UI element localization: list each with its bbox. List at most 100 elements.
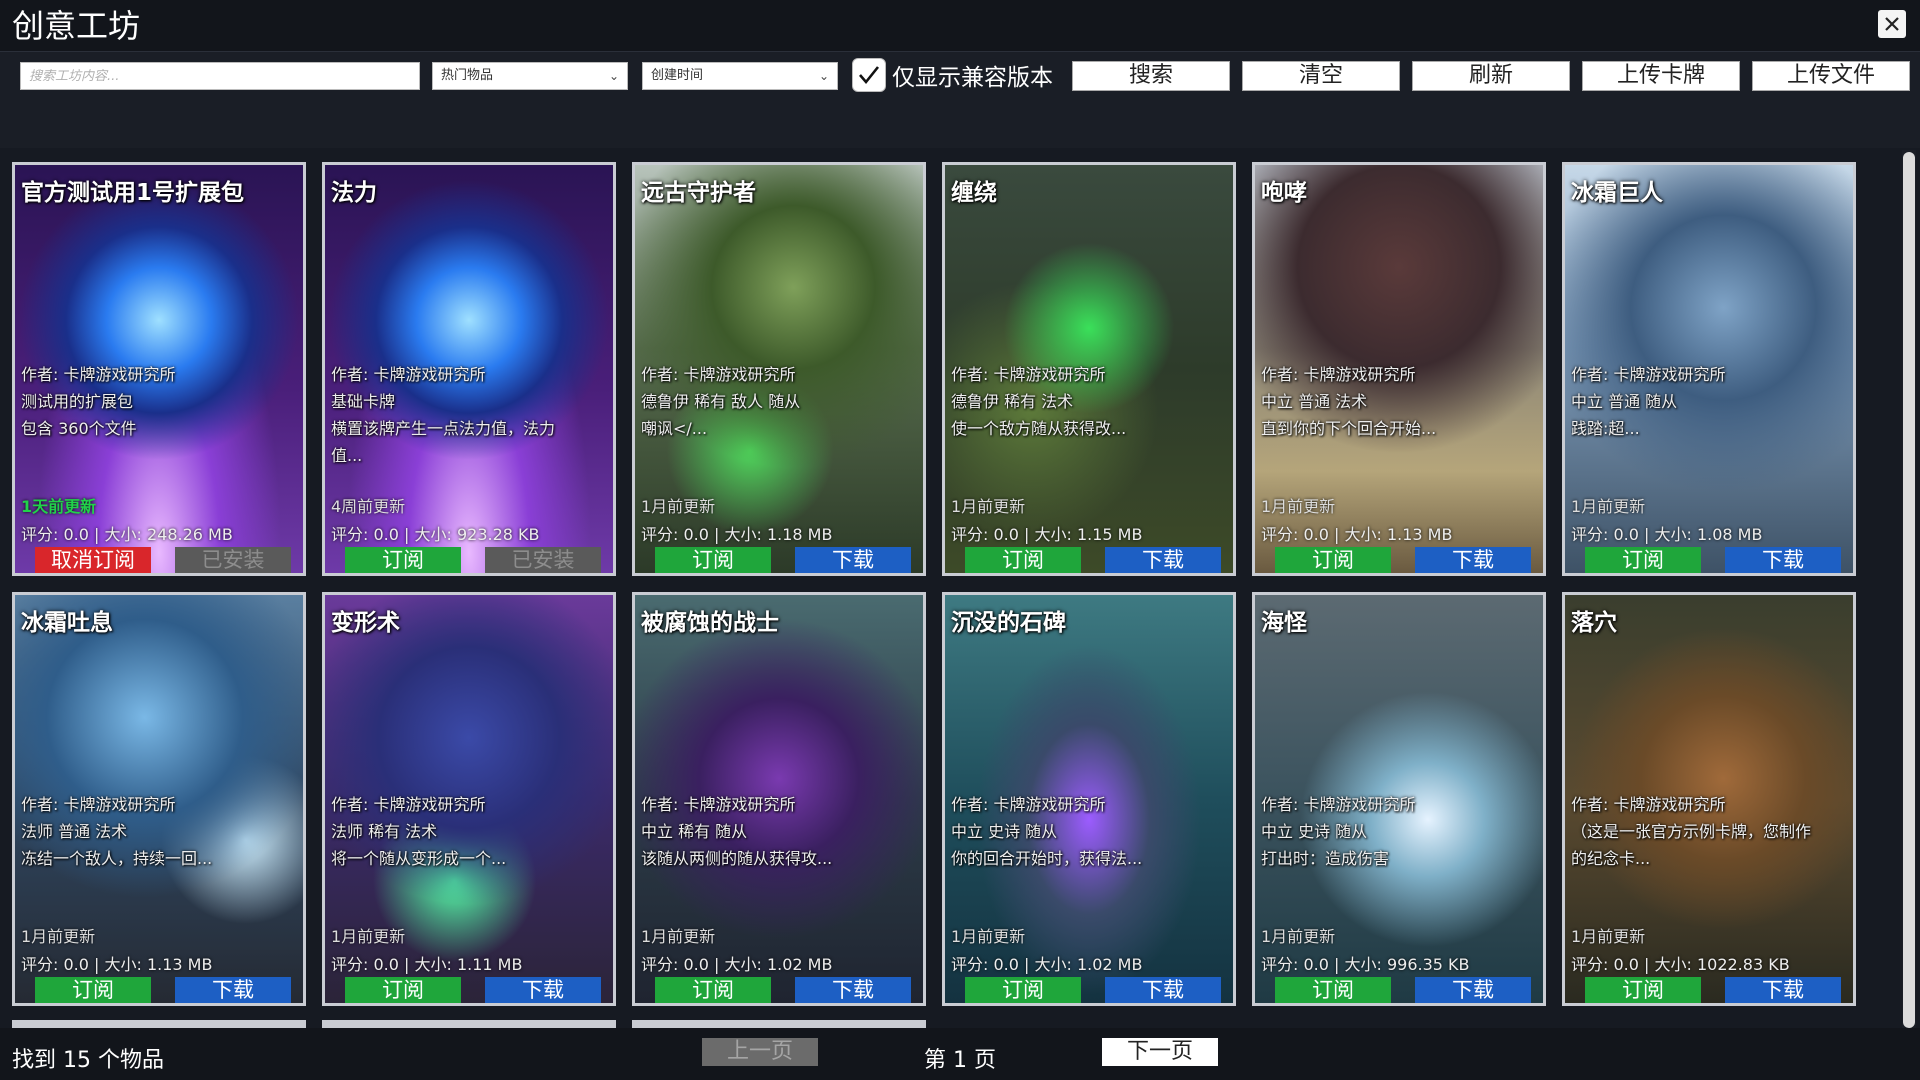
subscribe-button[interactable]: 订阅 bbox=[345, 547, 461, 573]
subscribe-button[interactable]: 订阅 bbox=[1275, 977, 1391, 1003]
card-description: 作者: 卡牌游戏研究所 中立 史诗 随从 打出时：造成伤害 bbox=[1261, 791, 1539, 872]
card-desc-line: 将一个随从变形成一个... bbox=[331, 849, 507, 868]
card-updated: 1月前更新 bbox=[951, 497, 1026, 516]
download-button[interactable]: 下载 bbox=[485, 977, 601, 1003]
card-desc-line: 测试用的扩展包 bbox=[21, 392, 134, 411]
card-desc-line: 使一个敌方随从获得改... bbox=[951, 419, 1127, 438]
card-title: 冰霜巨人 bbox=[1571, 180, 1663, 206]
search-input[interactable] bbox=[20, 62, 420, 90]
compat-toggle[interactable]: 仅显示兼容版本 bbox=[852, 57, 1053, 93]
workshop-card[interactable]: 远古守护者作者: 卡牌游戏研究所 德鲁伊 稀有 敌人 随从 嘲讽</... 1月前更新… bbox=[632, 162, 926, 576]
next-page-button[interactable]: 下一页 bbox=[1102, 1038, 1218, 1066]
close-icon bbox=[1885, 17, 1899, 31]
card-updated: 1月前更新 bbox=[1571, 497, 1646, 516]
card-description: 作者: 卡牌游戏研究所 中立 稀有 随从 该随从两侧的随从获得攻... bbox=[641, 791, 919, 872]
card-author: 作者: 卡牌游戏研究所 bbox=[951, 365, 1106, 384]
download-button[interactable]: 下载 bbox=[1105, 977, 1221, 1003]
workshop-card[interactable]: 被腐蚀的战士 作者: 卡牌游戏研究所 中立 稀有 随从 该随从两侧的随从获得攻... 1… bbox=[632, 592, 926, 1006]
checkmark-icon bbox=[859, 66, 880, 85]
subscribe-button[interactable]: 订阅 bbox=[345, 977, 461, 1003]
download-button[interactable]: 下载 bbox=[795, 977, 911, 1003]
card-desc-line: 德鲁伊 稀有 法术 bbox=[951, 392, 1074, 411]
card-description: 作者: 卡牌游戏研究所 中立 史诗 随从 你的回合开始时，获得法... bbox=[951, 791, 1229, 872]
card-desc-line: 法师 稀有 法术 bbox=[331, 822, 438, 841]
card-updated: 1月前更新 bbox=[641, 497, 716, 516]
scrollbar[interactable] bbox=[1902, 150, 1916, 1030]
card-description: 作者: 卡牌游戏研究所 德鲁伊 稀有 敌人 随从 嘲讽</... bbox=[641, 361, 919, 442]
search-button[interactable]: 搜索 bbox=[1072, 61, 1230, 91]
partial-card bbox=[322, 1020, 616, 1028]
prev-page-button[interactable]: 上一页 bbox=[702, 1038, 818, 1066]
workshop-card[interactable]: 官方测试用1号扩展包 作者: 卡牌游戏研究所 测试用的扩展包 包含 360个文件 1天前… bbox=[12, 162, 306, 576]
workshop-card[interactable]: 海怪作者: 卡牌游戏研究所 中立 史诗 随从 打出时：造成伤害 1月前更新评分: 0.… bbox=[1252, 592, 1546, 1006]
card-desc-line: 嘲讽</... bbox=[641, 419, 708, 438]
subscribe-button[interactable]: 订阅 bbox=[35, 977, 151, 1003]
refresh-button[interactable]: 刷新 bbox=[1412, 61, 1570, 91]
card-description: 作者: 卡牌游戏研究所 中立 普通 法术 直到你的下个回合开始... bbox=[1261, 361, 1539, 442]
upload-file-button[interactable]: 上传文件 bbox=[1752, 61, 1910, 91]
card-desc-line: 值... bbox=[331, 446, 363, 465]
compat-label: 仅显示兼容版本 bbox=[892, 65, 1053, 91]
card-stats: 评分: 0.0 | 大小: 1.11 MB bbox=[331, 955, 523, 974]
download-button[interactable]: 下载 bbox=[1415, 977, 1531, 1003]
compat-checkbox[interactable] bbox=[852, 58, 886, 92]
download-button[interactable]: 下载 bbox=[175, 977, 291, 1003]
card-title: 被腐蚀的战士 bbox=[641, 610, 779, 636]
title-bar: 创意工坊 bbox=[0, 0, 1920, 52]
card-description: 作者: 卡牌游戏研究所 德鲁伊 稀有 法术使一个敌方随从获得改... bbox=[951, 361, 1229, 442]
workshop-card[interactable]: 法力 作者: 卡牌游戏研究所 基础卡牌 横置该牌产生一点法力值，法力 值... 4周前更新… bbox=[322, 162, 616, 576]
card-title: 海怪 bbox=[1261, 610, 1307, 636]
download-button[interactable]: 下载 bbox=[1725, 547, 1841, 573]
card-desc-line: 法师 普通 法术 bbox=[21, 822, 128, 841]
sort-filter-value: 热门物品 bbox=[441, 68, 494, 83]
card-author: 作者: 卡牌游戏研究所 bbox=[331, 365, 486, 384]
download-button[interactable]: 下载 bbox=[1725, 977, 1841, 1003]
subscribe-button[interactable]: 订阅 bbox=[965, 547, 1081, 573]
card-desc-line: 的纪念卡... bbox=[1571, 849, 1651, 868]
card-desc-line: 打出时：造成伤害 bbox=[1261, 849, 1390, 868]
workshop-card[interactable]: 沉没的石碑 作者: 卡牌游戏研究所 中立 史诗 随从 你的回合开始时，获得法... 1月… bbox=[942, 592, 1236, 1006]
card-title: 远古守护者 bbox=[641, 180, 756, 206]
card-desc-line: 包含 360个文件 bbox=[21, 419, 137, 438]
partial-card bbox=[12, 1020, 306, 1028]
card-updated: 1月前更新 bbox=[21, 927, 96, 946]
card-desc-line: （这是一张官方示例卡牌，您制作 bbox=[1571, 822, 1812, 841]
download-button[interactable]: 下载 bbox=[1105, 547, 1221, 573]
close-button[interactable] bbox=[1878, 10, 1906, 38]
subscribe-button[interactable]: 订阅 bbox=[1585, 547, 1701, 573]
unsubscribe-button[interactable]: 取消订阅 bbox=[35, 547, 151, 573]
toolbar: 热门物品 ⌄ 创建时间 ⌄ 仅显示兼容版本 搜索 清空 刷新 上传卡牌 上传文件 bbox=[0, 52, 1920, 148]
card-description: 作者: 卡牌游戏研究所 中立 普通 随从 践踏:超... bbox=[1571, 361, 1849, 442]
card-stats: 评分: 0.0 | 大小: 1.02 MB bbox=[951, 955, 1143, 974]
chevron-down-icon: ⌄ bbox=[818, 69, 829, 83]
workshop-card[interactable]: 落穴 作者: 卡牌游戏研究所 （这是一张官方示例卡牌，您制作 的纪念卡... 1月前更新… bbox=[1562, 592, 1856, 1006]
subscribe-button[interactable]: 订阅 bbox=[1585, 977, 1701, 1003]
card-author: 作者: 卡牌游戏研究所 bbox=[641, 365, 796, 384]
subscribe-button[interactable]: 订阅 bbox=[655, 547, 771, 573]
download-button[interactable]: 下载 bbox=[795, 547, 911, 573]
upload-card-button[interactable]: 上传卡牌 bbox=[1582, 61, 1740, 91]
card-title: 落穴 bbox=[1571, 610, 1617, 636]
card-stats: 评分: 0.0 | 大小: 1022.83 KB bbox=[1571, 955, 1790, 974]
subscribe-button[interactable]: 订阅 bbox=[965, 977, 1081, 1003]
subscribe-button[interactable]: 订阅 bbox=[655, 977, 771, 1003]
sort-filter-select[interactable]: 热门物品 ⌄ bbox=[432, 62, 628, 90]
card-stats: 评分: 0.0 | 大小: 996.35 KB bbox=[1261, 955, 1470, 974]
workshop-card[interactable]: 咆哮 作者: 卡牌游戏研究所 中立 普通 法术 直到你的下个回合开始... 1月前更新评… bbox=[1252, 162, 1546, 576]
card-description: 作者: 卡牌游戏研究所 法师 稀有 法术 将一个随从变形成一个... bbox=[331, 791, 609, 872]
scrollbar-thumb[interactable] bbox=[1903, 152, 1915, 1028]
card-updated: 1月前更新 bbox=[1261, 927, 1336, 946]
workshop-card[interactable]: 冰霜吐息 作者: 卡牌游戏研究所 法师 普通 法术 冻结一个敌人，持续一回... 1月前… bbox=[12, 592, 306, 1006]
clear-button[interactable]: 清空 bbox=[1242, 61, 1400, 91]
subscribe-button[interactable]: 订阅 bbox=[1275, 547, 1391, 573]
workshop-card[interactable]: 冰霜巨人 作者: 卡牌游戏研究所 中立 普通 随从 践踏:超... 1月前更新 评分: 0… bbox=[1562, 162, 1856, 576]
workshop-card[interactable]: 缠绕作者: 卡牌游戏研究所 德鲁伊 稀有 法术使一个敌方随从获得改... 1月前更新… bbox=[942, 162, 1236, 576]
time-filter-select[interactable]: 创建时间 ⌄ bbox=[642, 62, 838, 90]
workshop-grid: 官方测试用1号扩展包 作者: 卡牌游戏研究所 测试用的扩展包 包含 360个文件 1天前… bbox=[0, 148, 1920, 1028]
workshop-card[interactable]: 变形术 作者: 卡牌游戏研究所 法师 稀有 法术 将一个随从变形成一个... 1月前更新… bbox=[322, 592, 616, 1006]
download-button[interactable]: 下载 bbox=[1415, 547, 1531, 573]
card-author: 作者: 卡牌游戏研究所 bbox=[1571, 365, 1726, 384]
card-description: 作者: 卡牌游戏研究所 （这是一张官方示例卡牌，您制作 的纪念卡... bbox=[1571, 791, 1849, 872]
card-title: 缠绕 bbox=[951, 180, 997, 206]
card-desc-line: 德鲁伊 稀有 敌人 随从 bbox=[641, 392, 801, 411]
